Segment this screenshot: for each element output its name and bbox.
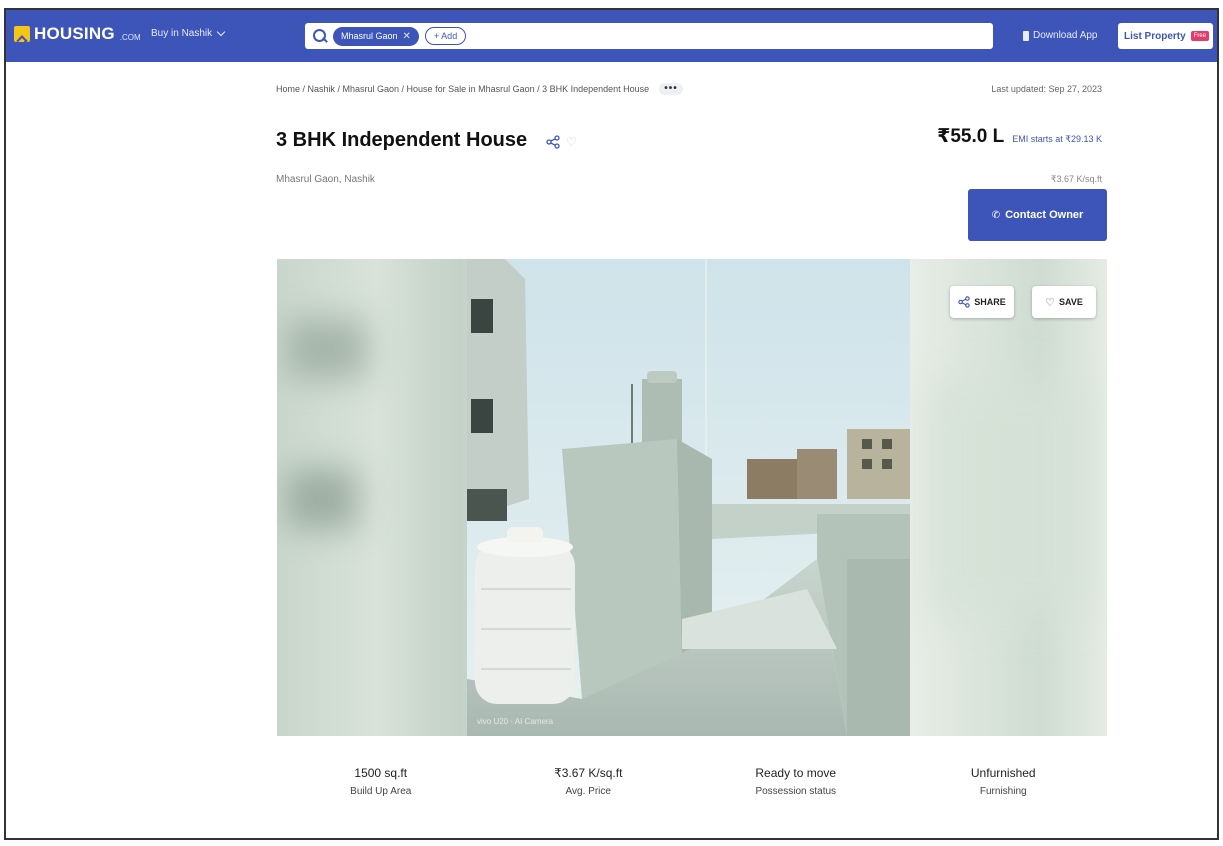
last-updated: Last updated: Sep 27, 2023 (991, 84, 1102, 94)
phone-icon (1023, 30, 1029, 41)
property-stats: 1500 sq.ft Build Up Area ₹3.67 K/sq.ft A… (277, 766, 1107, 797)
close-icon[interactable]: ✕ (403, 31, 411, 42)
locality-text: Mhasrul Gaon, Nashik (276, 174, 375, 185)
download-app-link[interactable]: Download App (1023, 30, 1098, 41)
heart-icon[interactable]: ♡ (566, 135, 577, 149)
list-property-label: List Property (1124, 30, 1186, 42)
breadcrumb: Home / Nashik / Mhasrul Gaon / House for… (276, 83, 683, 95)
housing-logo[interactable]: HOUSING .COM (14, 24, 141, 47)
browser-frame: HOUSING .COM Buy in Nashik Mhasrul Gaon … (4, 8, 1219, 840)
stat-value: ₹3.67 K/sq.ft (554, 766, 623, 780)
stat-label: Avg. Price (565, 786, 611, 797)
gallery-share-label: SHARE (974, 297, 1006, 307)
property-photo-illustration (467, 259, 910, 736)
property-photo[interactable]: vivo U20 · AI Camera (467, 259, 910, 736)
gallery-save-button[interactable]: ♡ SAVE (1032, 286, 1096, 318)
price-per-sqft: ₹3.67 K/sq.ft (1050, 174, 1102, 184)
stat-build-up-area: 1500 sq.ft Build Up Area (277, 766, 485, 797)
photo-camera-caption: vivo U20 · AI Camera (477, 717, 554, 726)
blur-blob (287, 469, 357, 529)
logo-text: HOUSING (34, 24, 115, 43)
logo-suffix: .COM (119, 32, 141, 42)
stat-value: Unfurnished (970, 766, 1036, 780)
stat-label: Build Up Area (350, 786, 412, 797)
free-badge: Free (1190, 31, 1210, 41)
stat-value: 1500 sq.ft (354, 766, 408, 780)
locality-chip[interactable]: Mhasrul Gaon ✕ (333, 26, 419, 46)
home-logo-icon (14, 26, 30, 47)
price-row: ₹55.0 L EMI starts at ₹29.13 K (937, 125, 1102, 148)
buy-in-city-dropdown[interactable]: Buy in Nashik (151, 27, 226, 39)
blur-blob (927, 379, 1087, 619)
emi-link[interactable]: EMI starts at ₹29.13 K (1012, 134, 1102, 145)
phone-call-icon: ✆ (991, 209, 1001, 221)
page-title: 3 BHK Independent House (276, 129, 528, 151)
share-icon[interactable] (546, 135, 560, 149)
blur-blob (287, 319, 367, 379)
breadcrumb-more-button[interactable]: ••• (659, 83, 683, 95)
stat-possession-status: Ready to move Possession status (692, 766, 900, 797)
stat-value: Ready to move (755, 766, 837, 780)
stat-avg-price: ₹3.67 K/sq.ft Avg. Price (485, 766, 693, 797)
stat-label: Furnishing (979, 786, 1027, 797)
gallery-share-button[interactable]: SHARE (950, 286, 1014, 318)
gallery-save-label: SAVE (1059, 297, 1083, 307)
search-bar[interactable]: Mhasrul Gaon ✕ + Add (305, 23, 993, 49)
contact-owner-button[interactable]: ✆ Contact Owner (968, 189, 1107, 241)
breadcrumb-path[interactable]: Home / Nashik / Mhasrul Gaon / House for… (276, 84, 649, 94)
top-nav: HOUSING .COM Buy in Nashik Mhasrul Gaon … (6, 10, 1217, 62)
heart-icon: ♡ (1045, 296, 1056, 309)
locality-chip-label: Mhasrul Gaon (341, 31, 398, 41)
download-app-label: Download App (1033, 30, 1098, 41)
stat-label: Possession status (755, 786, 837, 797)
share-icon (958, 296, 970, 308)
add-locality-button[interactable]: + Add (424, 27, 467, 45)
chevron-down-icon (216, 27, 226, 37)
search-icon (313, 29, 327, 43)
title-actions: ♡ (546, 135, 577, 149)
buy-in-label: Buy in Nashik (151, 28, 213, 39)
list-property-button[interactable]: List Property Free (1118, 23, 1213, 49)
price: ₹55.0 L (937, 126, 1005, 147)
stat-furnishing: Unfurnished Furnishing (900, 766, 1108, 797)
contact-owner-label: Contact Owner (1005, 209, 1084, 221)
photo-gallery[interactable]: vivo U20 · AI Camera SHARE ♡ SAVE (277, 259, 1107, 736)
